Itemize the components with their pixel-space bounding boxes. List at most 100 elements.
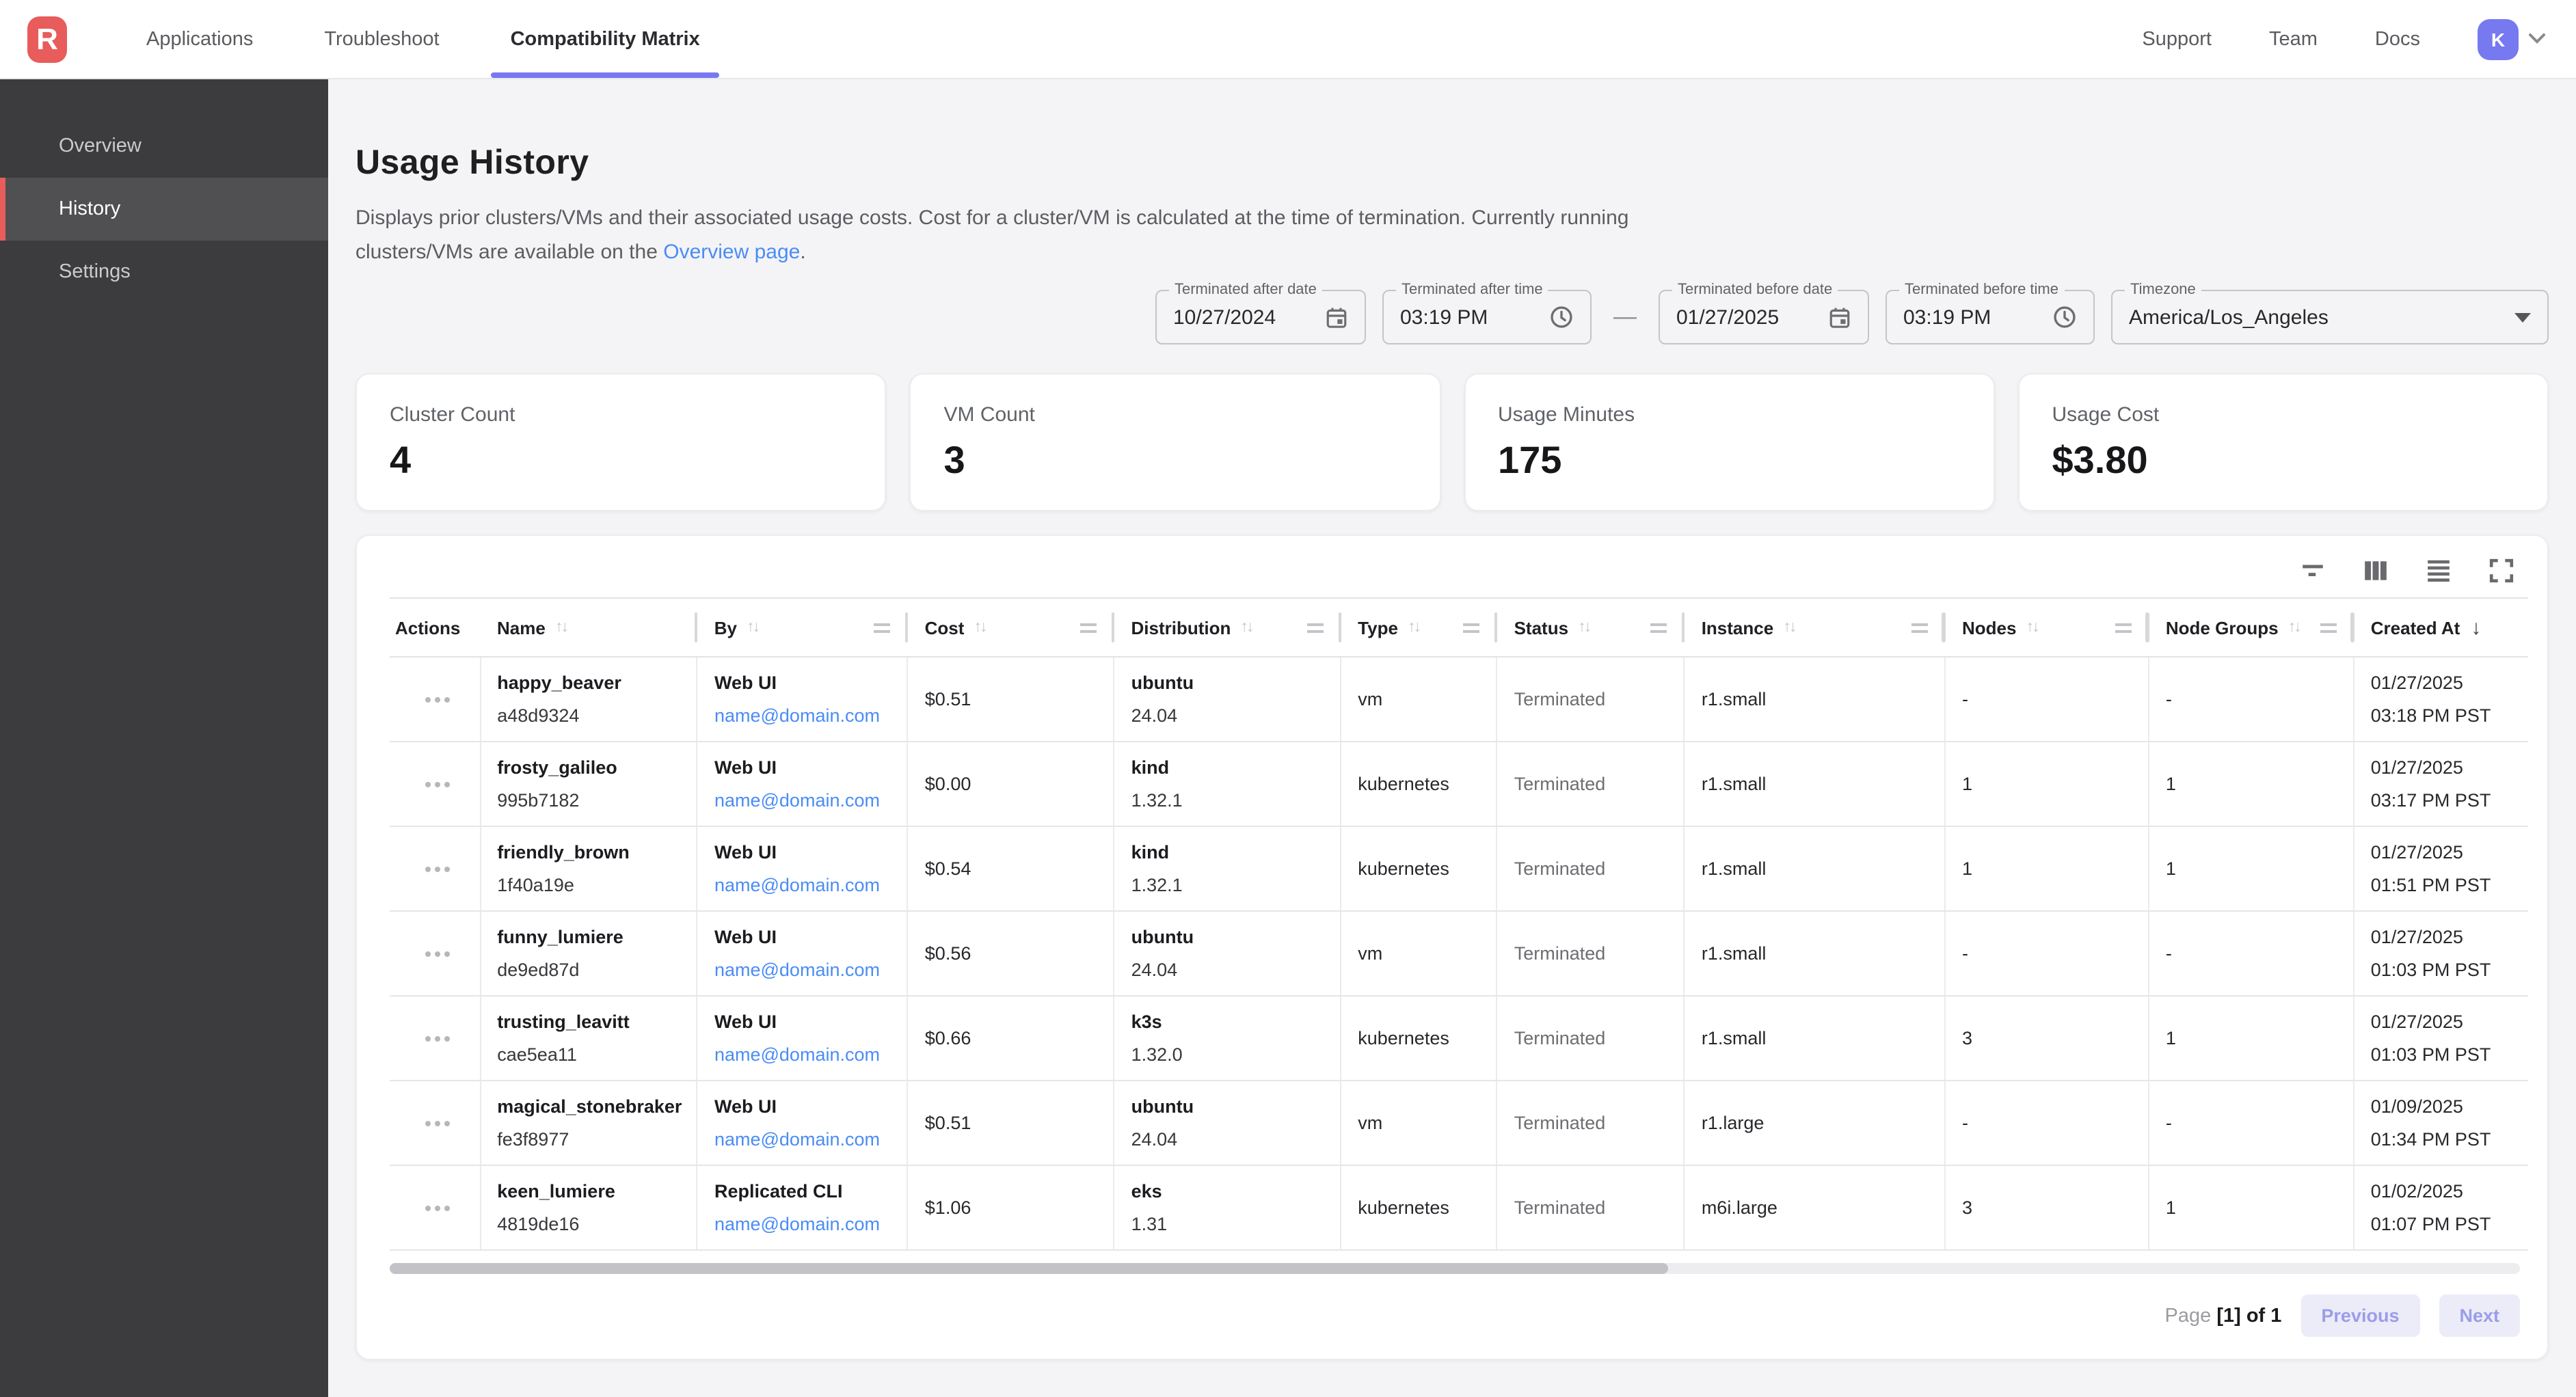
terminated-after-time-field[interactable]: Terminated after time 03:19 PM (1382, 290, 1592, 344)
table-row: keen_lumiere 4819de16 Replicated CLI nam… (390, 1166, 2528, 1251)
status-badge: Terminated (1514, 1197, 1673, 1218)
account-menu[interactable]: K (2478, 18, 2546, 59)
column-header-by[interactable]: By↑↓ (698, 599, 909, 656)
horizontal-scrollbar-thumb[interactable] (390, 1263, 1668, 1274)
cluster-name: trusting_leavitt (497, 1012, 686, 1032)
row-actions-button[interactable] (417, 1112, 458, 1134)
timezone-select[interactable]: Timezone America/Los_Angeles (2111, 290, 2549, 344)
column-header-created-at[interactable]: Created At↓ (2354, 599, 2528, 656)
row-actions-button[interactable] (417, 688, 458, 710)
column-header-cost[interactable]: Cost↑↓ (909, 599, 1115, 656)
column-menu-icon[interactable] (1464, 623, 1480, 632)
overview-page-link[interactable]: Overview page (663, 241, 800, 264)
sort-icon[interactable]: ↑↓ (555, 619, 567, 636)
column-menu-icon[interactable] (2320, 623, 2337, 632)
fullscreen-icon[interactable] (2488, 558, 2514, 584)
column-header-nodes[interactable]: Nodes↑↓ (1946, 599, 2149, 656)
column-header-distribution[interactable]: Distribution↑↓ (1115, 599, 1342, 656)
nav-item-troubleshoot[interactable]: Troubleshoot (316, 0, 447, 78)
pagination: Page [1] of 1 Previous Next (357, 1274, 2547, 1359)
cost-value: $0.51 (925, 1113, 1103, 1133)
column-menu-icon[interactable] (1081, 623, 1097, 632)
name-cell: frosty_galileo 995b7182 (481, 742, 698, 826)
sort-icon[interactable]: ↑↓ (974, 619, 985, 636)
column-header-node-groups[interactable]: Node Groups↑↓ (2149, 599, 2354, 656)
created-by-email-link[interactable]: name@domain.com (714, 790, 896, 811)
created-by-source: Web UI (714, 842, 896, 863)
by-cell: Web UI name@domain.com (698, 996, 909, 1080)
previous-page-button[interactable]: Previous (2300, 1294, 2419, 1337)
nav-item-compatibility-matrix[interactable]: Compatibility Matrix (502, 0, 708, 78)
nav-link-docs[interactable]: Docs (2375, 28, 2420, 50)
sidebar-item-history[interactable]: History (0, 178, 328, 241)
clock-icon[interactable] (2052, 305, 2077, 329)
terminated-before-time-field[interactable]: Terminated before time 03:19 PM (1886, 290, 2095, 344)
cluster-id: a48d9324 (497, 705, 686, 726)
created-by-email-link[interactable]: name@domain.com (714, 1214, 896, 1234)
clock-icon[interactable] (1549, 305, 1574, 329)
nav-item-applications[interactable]: Applications (138, 0, 261, 78)
created-by-email-link[interactable]: name@domain.com (714, 705, 896, 726)
created-date: 01/27/2025 (2371, 842, 2517, 863)
terminated-before-date-field[interactable]: Terminated before date 01/27/2025 (1659, 290, 1869, 344)
row-actions-button[interactable] (417, 1197, 458, 1219)
horizontal-scrollbar-track[interactable] (390, 1263, 2520, 1274)
type-cell: kubernetes (1341, 742, 1497, 826)
distribution-version: 1.31 (1131, 1214, 1330, 1234)
sort-desc-icon[interactable]: ↓ (2471, 616, 2481, 639)
created-time: 03:17 PM PST (2371, 790, 2517, 811)
sort-icon[interactable]: ↑↓ (1783, 619, 1795, 636)
nodes-cell: 3 (1946, 996, 2149, 1080)
brand-logo[interactable]: R (27, 16, 67, 62)
distribution-name: k3s (1131, 1012, 1330, 1032)
created-by-email-link[interactable]: name@domain.com (714, 875, 896, 895)
nav-link-team[interactable]: Team (2269, 28, 2318, 50)
column-menu-icon[interactable] (2115, 623, 2132, 632)
column-menu-icon[interactable] (1307, 623, 1324, 632)
created-by-email-link[interactable]: name@domain.com (714, 1129, 896, 1150)
columns-icon[interactable] (2363, 558, 2389, 584)
column-header-status[interactable]: Status↑↓ (1498, 599, 1685, 656)
sort-icon[interactable]: ↑↓ (1578, 619, 1589, 636)
calendar-icon[interactable] (1828, 306, 1851, 329)
row-actions-button[interactable] (417, 942, 458, 964)
sort-icon[interactable]: ↑↓ (747, 619, 758, 636)
date-range-separator: — (1613, 303, 1637, 331)
column-header-name[interactable]: Name↑↓ (481, 599, 698, 656)
type-cell: vm (1341, 657, 1497, 741)
row-actions-button[interactable] (417, 773, 458, 795)
column-menu-icon[interactable] (1911, 623, 1928, 632)
nodes-cell: - (1946, 1081, 2149, 1165)
nodes-value: - (1962, 1113, 2137, 1133)
node-groups-cell: 1 (2149, 996, 2354, 1080)
filter-icon[interactable] (2300, 558, 2326, 584)
row-actions-button[interactable] (417, 1027, 458, 1049)
sort-icon[interactable]: ↑↓ (1240, 619, 1252, 636)
density-icon[interactable] (2426, 558, 2452, 584)
node-groups-value: 1 (2166, 858, 2342, 879)
sidebar-item-settings[interactable]: Settings (0, 241, 328, 303)
created-by-email-link[interactable]: name@domain.com (714, 960, 896, 980)
column-header-instance[interactable]: Instance↑↓ (1685, 599, 1946, 656)
sort-icon[interactable]: ↑↓ (2288, 619, 2300, 636)
created-date: 01/02/2025 (2371, 1181, 2517, 1202)
created-by-email-link[interactable]: name@domain.com (714, 1044, 896, 1065)
cluster-id: cae5ea11 (497, 1044, 686, 1065)
created-time: 01:03 PM PST (2371, 1044, 2517, 1065)
column-menu-icon[interactable] (874, 623, 891, 632)
node-groups-cell: 1 (2149, 827, 2354, 910)
column-header-type[interactable]: Type↑↓ (1341, 599, 1497, 656)
sort-icon[interactable]: ↑↓ (2026, 619, 2037, 636)
name-cell: keen_lumiere 4819de16 (481, 1166, 698, 1249)
sort-icon[interactable]: ↑↓ (1408, 619, 1419, 636)
cluster-name: frosty_galileo (497, 757, 686, 778)
next-page-button[interactable]: Next (2439, 1294, 2520, 1337)
column-menu-icon[interactable] (1651, 623, 1667, 632)
terminated-after-date-field[interactable]: Terminated after date 10/27/2024 (1155, 290, 1366, 344)
distribution-version: 24.04 (1131, 705, 1330, 726)
sidebar-item-overview[interactable]: Overview (0, 115, 328, 178)
nav-link-support[interactable]: Support (2142, 28, 2212, 50)
row-actions-button[interactable] (417, 858, 458, 880)
actions-cell (390, 657, 481, 741)
calendar-icon[interactable] (1325, 306, 1348, 329)
